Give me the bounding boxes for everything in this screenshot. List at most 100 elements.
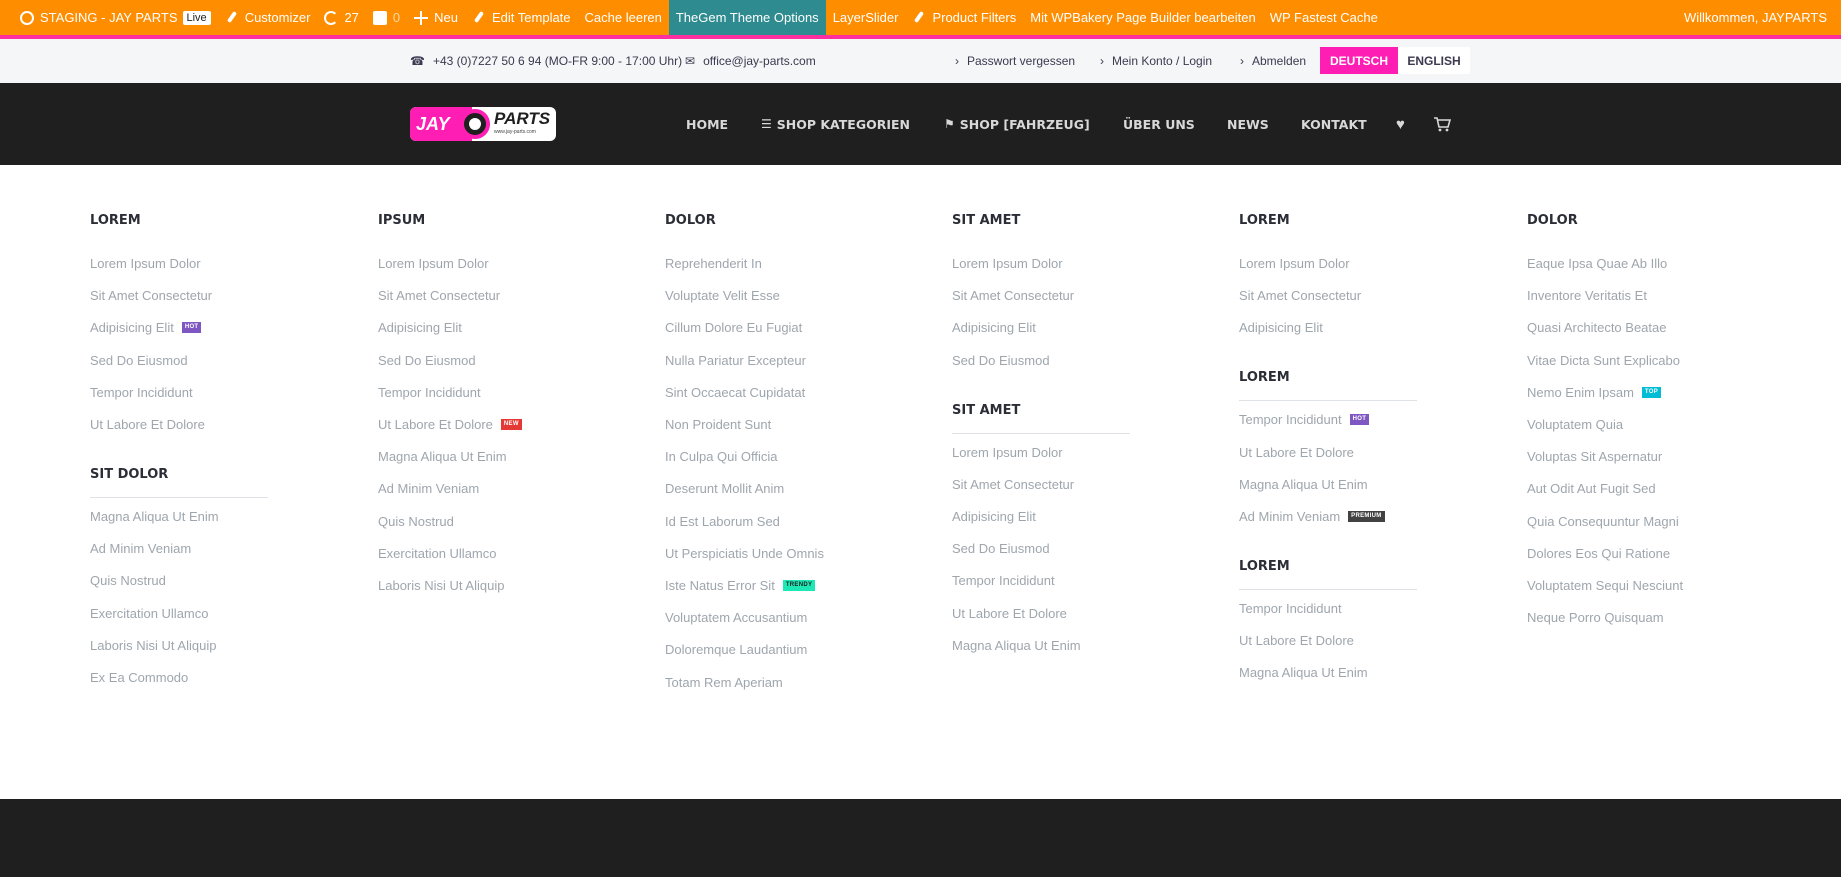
nav-home[interactable]: HOME <box>686 83 728 165</box>
mega-menu-link[interactable]: Lorem Ipsum Dolor <box>378 256 489 271</box>
mega-menu-link[interactable]: Magna Aliqua Ut Enim <box>90 509 219 524</box>
mega-menu-link[interactable]: Non Proident Sunt <box>665 417 771 432</box>
mega-menu-link[interactable]: Tempor Incididunt <box>952 573 1055 588</box>
edit-template-link[interactable]: Edit Template <box>465 0 578 35</box>
mega-menu-link[interactable]: Tempor Incididunt <box>378 385 481 400</box>
nav-ueber-uns[interactable]: ÜBER UNS <box>1123 83 1195 165</box>
mega-menu-link[interactable]: Iste Natus Error Sit TRENDY <box>665 578 816 593</box>
mega-menu-link[interactable]: Ad Minim Veniam <box>90 541 191 556</box>
mega-menu-link[interactable]: Voluptatem Quia <box>1527 417 1623 432</box>
mega-menu-link[interactable]: Ut Labore Et Dolore <box>1239 445 1354 460</box>
mega-section-title[interactable]: SIT AMET <box>952 213 1020 228</box>
product-filters-link[interactable]: Product Filters <box>905 0 1023 35</box>
mega-menu-link[interactable]: In Culpa Qui Officia <box>665 449 777 464</box>
welcome-user[interactable]: Willkommen, JAYPARTS <box>1677 0 1841 35</box>
nav-kontakt[interactable]: KONTAKT <box>1301 83 1367 165</box>
mega-menu-link[interactable]: Deserunt Mollit Anim <box>665 481 784 496</box>
mega-menu-link[interactable]: Sed Do Eiusmod <box>90 353 188 368</box>
mega-menu-link[interactable]: Inventore Veritatis Et <box>1527 288 1647 303</box>
updates-link[interactable]: 27 <box>317 0 365 35</box>
mega-menu-link[interactable]: Exercitation Ullamco <box>378 546 497 561</box>
nav-news[interactable]: NEWS <box>1227 83 1269 165</box>
mega-menu-link[interactable]: Ex Ea Commodo <box>90 670 188 685</box>
mega-menu-link[interactable]: Ut Labore Et Dolore <box>952 606 1067 621</box>
mega-menu-link[interactable]: Ad Minim Veniam PREMIUM <box>1239 509 1385 524</box>
mega-menu-link[interactable]: Magna Aliqua Ut Enim <box>952 638 1081 653</box>
mega-menu-link[interactable]: Vitae Dicta Sunt Explicabo <box>1527 353 1680 368</box>
heart-icon[interactable]: ♥ <box>1396 83 1405 165</box>
wp-fastest-cache-link[interactable]: WP Fastest Cache <box>1263 0 1385 35</box>
new-content-link[interactable]: Neu <box>407 0 465 35</box>
mega-menu-link[interactable]: Lorem Ipsum Dolor <box>952 445 1063 460</box>
mega-menu-link[interactable]: Sed Do Eiusmod <box>952 353 1050 368</box>
mega-menu-link[interactable]: Laboris Nisi Ut Aliquip <box>90 638 216 653</box>
mega-menu-link[interactable]: Magna Aliqua Ut Enim <box>1239 477 1368 492</box>
mega-menu-link[interactable]: Sit Amet Consectetur <box>952 477 1074 492</box>
customizer-link[interactable]: Customizer <box>218 0 318 35</box>
mega-menu-link[interactable]: Ad Minim Veniam <box>378 481 479 496</box>
mega-menu-link[interactable]: Voluptas Sit Aspernatur <box>1527 449 1662 464</box>
mega-section-title[interactable]: LOREM <box>1239 370 1290 385</box>
mega-menu-link[interactable]: Sed Do Eiusmod <box>378 353 476 368</box>
mega-menu-link[interactable]: Sint Occaecat Cupidatat <box>665 385 805 400</box>
mega-section-title[interactable]: SIT DOLOR <box>90 467 168 482</box>
site-logo[interactable]: JAY PARTS www.jay-parts.com <box>410 107 556 141</box>
nav-shop-fahrzeug[interactable]: ⚑ SHOP [FAHRZEUG] <box>944 83 1090 165</box>
mega-menu-link[interactable]: Cillum Dolore Eu Fugiat <box>665 320 802 335</box>
mega-section-title[interactable]: DOLOR <box>665 213 716 228</box>
mega-menu-link[interactable]: Laboris Nisi Ut Aliquip <box>378 578 504 593</box>
comments-link[interactable]: 0 <box>366 0 407 35</box>
mega-menu-link[interactable]: Exercitation Ullamco <box>90 606 209 621</box>
mega-menu-link[interactable]: Doloremque Laudantium <box>665 642 807 657</box>
mega-menu-link[interactable]: Quasi Architecto Beatae <box>1527 320 1666 335</box>
mega-menu-link[interactable]: Adipisicing Elit <box>952 509 1036 524</box>
mega-menu-link[interactable]: Lorem Ipsum Dolor <box>952 256 1063 271</box>
mega-menu-link[interactable]: Quia Consequuntur Magni <box>1527 514 1679 529</box>
mega-menu-link[interactable]: Tempor Incididunt <box>1239 601 1342 616</box>
mega-menu-link[interactable]: Eaque Ipsa Quae Ab Illo <box>1527 256 1667 271</box>
mega-menu-link[interactable]: Aut Odit Aut Fugit Sed <box>1527 481 1656 496</box>
mega-menu-link[interactable]: Neque Porro Quisquam <box>1527 610 1664 625</box>
mega-menu-link[interactable]: Sit Amet Consectetur <box>952 288 1074 303</box>
mega-menu-link[interactable]: Sit Amet Consectetur <box>1239 288 1361 303</box>
mega-menu-link[interactable]: Ut Labore Et Dolore NEW <box>378 417 522 432</box>
phone-contact[interactable]: ☎ +43 (0)7227 50 6 94 (MO-FR 9:00 - 17:0… <box>410 39 682 83</box>
mega-menu-link[interactable]: Magna Aliqua Ut Enim <box>378 449 507 464</box>
cache-clear-link[interactable]: Cache leeren <box>578 0 669 35</box>
mega-menu-link[interactable]: Voluptate Velit Esse <box>665 288 780 303</box>
mega-menu-link[interactable]: Sit Amet Consectetur <box>90 288 212 303</box>
mega-menu-link[interactable]: Adipisicing Elit <box>952 320 1036 335</box>
wpbakery-link[interactable]: Mit WPBakery Page Builder bearbeiten <box>1023 0 1262 35</box>
email-contact[interactable]: ✉ office@jay-parts.com <box>685 39 816 83</box>
mega-menu-link[interactable]: Ut Labore Et Dolore <box>90 417 205 432</box>
mega-menu-link[interactable]: Totam Rem Aperiam <box>665 675 783 690</box>
forgot-password-link[interactable]: › Passwort vergessen <box>955 39 1075 83</box>
mega-section-title[interactable]: IPSUM <box>378 213 425 228</box>
language-english[interactable]: ENGLISH <box>1398 47 1470 74</box>
mega-menu-link[interactable]: Nulla Pariatur Excepteur <box>665 353 806 368</box>
mega-section-title[interactable]: SIT AMET <box>952 403 1020 418</box>
mega-menu-link[interactable]: Quis Nostrud <box>378 514 454 529</box>
theme-options-link[interactable]: TheGem Theme Options <box>668 0 826 35</box>
nav-shop-kategorien[interactable]: ☰ SHOP KATEGORIEN <box>761 83 910 165</box>
mega-menu-link[interactable]: Reprehenderit In <box>665 256 762 271</box>
mega-menu-link[interactable]: Lorem Ipsum Dolor <box>1239 256 1350 271</box>
mega-menu-link[interactable]: Tempor Incididunt HOT <box>1239 412 1370 427</box>
mega-menu-link[interactable]: Lorem Ipsum Dolor <box>90 256 201 271</box>
mega-menu-link[interactable]: Nemo Enim Ipsam TOP <box>1527 385 1662 400</box>
mega-section-title[interactable]: DOLOR <box>1527 213 1578 228</box>
mega-menu-link[interactable]: Adipisicing Elit HOT <box>90 320 202 335</box>
layerslider-link[interactable]: LayerSlider <box>826 0 906 35</box>
mega-menu-link[interactable]: Tempor Incididunt <box>90 385 193 400</box>
mega-menu-link[interactable]: Sit Amet Consectetur <box>378 288 500 303</box>
mega-menu-link[interactable]: Voluptatem Accusantium <box>665 610 807 625</box>
mega-menu-link[interactable]: Voluptatem Sequi Nesciunt <box>1527 578 1683 593</box>
mega-menu-link[interactable]: Ut Labore Et Dolore <box>1239 633 1354 648</box>
mega-menu-link[interactable]: Id Est Laborum Sed <box>665 514 780 529</box>
mega-menu-link[interactable]: Adipisicing Elit <box>1239 320 1323 335</box>
logout-link[interactable]: › Abmelden <box>1240 39 1306 83</box>
mega-menu-link[interactable]: Magna Aliqua Ut Enim <box>1239 665 1368 680</box>
mega-menu-link[interactable]: Adipisicing Elit <box>378 320 462 335</box>
mega-section-title[interactable]: LOREM <box>1239 559 1290 574</box>
mega-section-title[interactable]: LOREM <box>90 213 141 228</box>
